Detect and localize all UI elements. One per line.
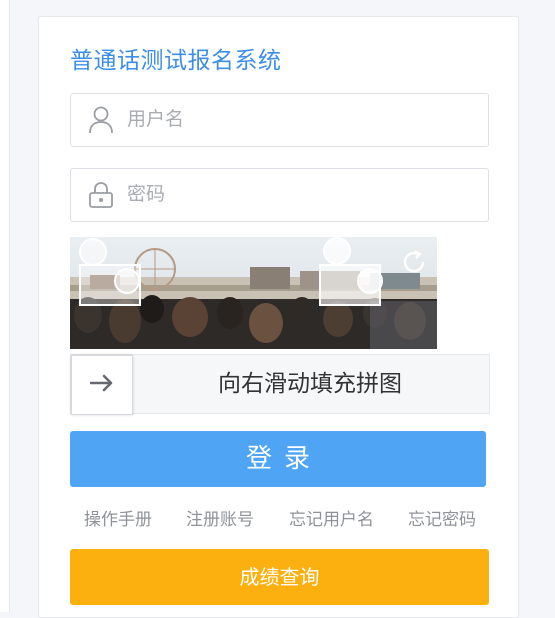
page-title: 普通话测试报名系统 bbox=[70, 48, 282, 74]
user-icon bbox=[87, 106, 115, 134]
arrow-right-icon bbox=[89, 374, 114, 396]
link-register[interactable]: 注册账号 bbox=[186, 505, 254, 530]
login-button[interactable]: 登录 bbox=[70, 431, 486, 487]
lock-icon bbox=[87, 181, 115, 209]
left-panel-edge bbox=[0, 0, 10, 612]
slider-label: 向右滑动填充拼图 bbox=[218, 371, 402, 397]
password-field[interactable] bbox=[70, 168, 489, 222]
login-card: 普通话测试报名系统 用户名 向右滑动填充拼图 登录 操作手册 注册账号 忘记用户… bbox=[38, 16, 519, 618]
captcha-image bbox=[70, 237, 437, 349]
score-query-button[interactable]: 成绩查询 bbox=[70, 549, 489, 605]
link-manual[interactable]: 操作手册 bbox=[84, 505, 152, 530]
username-input[interactable] bbox=[127, 94, 467, 144]
link-forgot-password[interactable]: 忘记密码 bbox=[408, 505, 476, 530]
help-links: 操作手册 注册账号 忘记用户名 忘记密码 bbox=[70, 505, 490, 530]
password-input[interactable] bbox=[127, 169, 467, 219]
slider-track: 向右滑动填充拼图 bbox=[70, 354, 490, 415]
slider-handle[interactable] bbox=[71, 355, 133, 415]
link-forgot-username[interactable]: 忘记用户名 bbox=[289, 505, 374, 530]
username-field[interactable] bbox=[70, 93, 489, 147]
refresh-icon[interactable] bbox=[399, 247, 429, 277]
